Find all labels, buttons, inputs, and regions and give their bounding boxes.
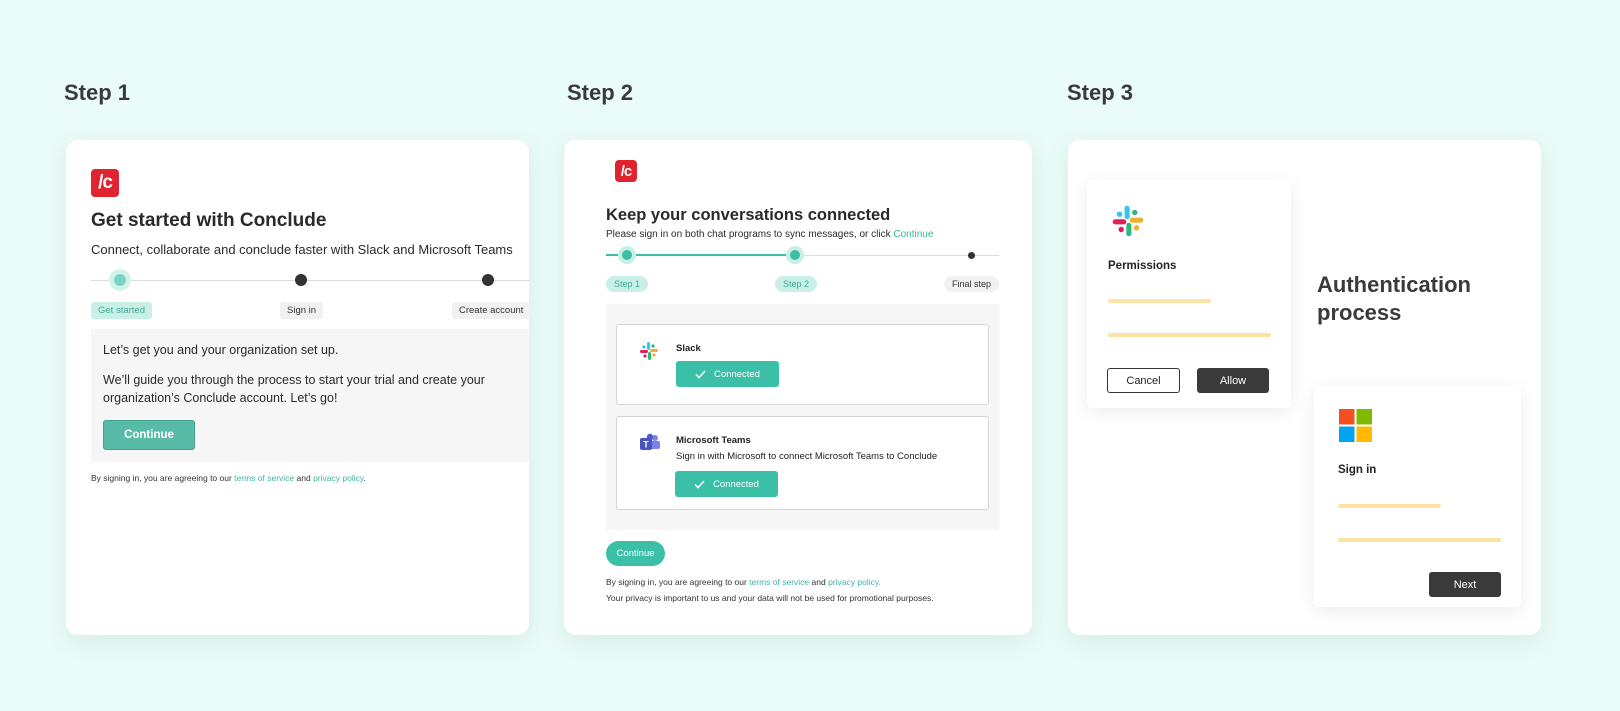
continue-link[interactable]: Continue	[893, 229, 933, 240]
svg-text:T: T	[643, 440, 649, 450]
slack-name: Slack	[676, 343, 701, 354]
teams-service-box: T Microsoft Teams Sign in with Microsoft…	[616, 416, 989, 510]
get-started-card: /c Get started with Conclude Connect, co…	[66, 140, 531, 635]
microsoft-signin-dialog: Sign in Next	[1314, 385, 1521, 607]
legal-prefix: By signing in, you are agreeing to our	[91, 473, 235, 483]
conclude-logo-icon: /c	[91, 169, 119, 197]
progress-track-complete	[606, 254, 796, 256]
continue-button[interactable]: Continue	[103, 420, 195, 450]
page-subtitle: Please sign in on both chat programs to …	[606, 229, 933, 240]
permissions-title: Permissions	[1108, 260, 1177, 272]
privacy-policy-link[interactable]: privacy policy	[313, 473, 363, 483]
slack-service-box: Slack Connected	[616, 324, 989, 405]
progress-label-create-account: Create account	[452, 302, 531, 319]
legal-and: and	[294, 473, 314, 483]
step-3-heading: Step 3	[1067, 80, 1134, 105]
progress-dot-create-account	[482, 274, 494, 286]
slack-status: Connected	[714, 368, 760, 380]
authentication-card: Permissions Cancel Allow Authentication …	[1068, 140, 1541, 635]
microsoft-teams-icon: T	[640, 433, 660, 450]
progress-dot-step-2	[790, 250, 800, 260]
legal-and: and	[809, 577, 829, 587]
signin-title: Sign in	[1338, 464, 1377, 476]
placeholder-line	[1338, 538, 1501, 542]
legal-text: By signing in, you are agreeing to our t…	[91, 473, 366, 483]
placeholder-line	[1108, 333, 1271, 337]
next-button[interactable]: Next	[1429, 572, 1501, 597]
page-subtitle: Connect, collaborate and conclude faster…	[91, 242, 513, 257]
teams-description: Sign in with Microsoft to connect Micros…	[676, 451, 938, 462]
permissions-dialog: Permissions Cancel Allow	[1087, 180, 1291, 408]
page-title: Get started with Conclude	[91, 210, 327, 231]
legal-end: .	[363, 473, 366, 483]
intro-panel: Let’s get you and your organization set …	[91, 329, 529, 462]
privacy-note: Your privacy is important to us and your…	[606, 593, 934, 603]
progress-dot-final-step	[968, 252, 975, 259]
progress-dot-get-started	[114, 274, 126, 286]
progress-dot-step-1	[622, 250, 632, 260]
terms-of-service-link[interactable]: terms of service	[234, 473, 294, 483]
progress-label-get-started: Get started	[91, 302, 152, 319]
slack-connected-button[interactable]: Connected	[676, 361, 779, 387]
privacy-policy-link[interactable]: privacy policy.	[828, 577, 881, 587]
cancel-button[interactable]: Cancel	[1107, 368, 1180, 393]
intro-line-1: Let’s get you and your organization set …	[103, 343, 339, 357]
step-2-heading: Step 2	[567, 80, 634, 105]
progress-label-final-step: Final step	[944, 276, 1000, 292]
continue-button[interactable]: Continue	[606, 541, 665, 566]
slack-logo-icon	[640, 342, 658, 360]
progress-dot-sign-in	[295, 274, 307, 286]
terms-of-service-link[interactable]: terms of service	[749, 577, 809, 587]
legal-text: By signing in, you are agreeing to our t…	[606, 577, 881, 587]
check-icon	[695, 369, 706, 379]
check-icon	[694, 479, 705, 489]
subtitle-text: Please sign in on both chat programs to …	[606, 229, 894, 240]
legal-prefix: By signing in, you are agreeing to our	[606, 577, 750, 587]
placeholder-line	[1338, 504, 1441, 508]
conclude-logo-icon: /c	[615, 160, 637, 182]
authentication-process-label: Authentication process	[1317, 272, 1471, 325]
microsoft-logo-icon	[1339, 409, 1372, 442]
teams-connected-button[interactable]: Connected	[675, 471, 778, 497]
placeholder-line	[1108, 299, 1211, 303]
teams-name: Microsoft Teams	[676, 435, 751, 446]
connect-card: /c Keep your conversations connected Ple…	[564, 140, 1032, 635]
services-panel: Slack Connected T Microsoft Teams Sign i…	[606, 304, 999, 530]
progress-track	[91, 280, 529, 281]
progress-label-sign-in: Sign in	[280, 302, 324, 319]
progress-label-step-2: Step 2	[775, 276, 818, 292]
intro-line-2: We’ll guide you through the process to s…	[103, 373, 485, 405]
slack-logo-icon	[1112, 205, 1144, 237]
allow-button[interactable]: Allow	[1197, 368, 1269, 393]
progress-label-step-1: Step 1	[606, 276, 649, 292]
teams-status: Connected	[713, 478, 759, 490]
step-1-heading: Step 1	[64, 80, 131, 105]
page-title: Keep your conversations connected	[606, 206, 891, 224]
